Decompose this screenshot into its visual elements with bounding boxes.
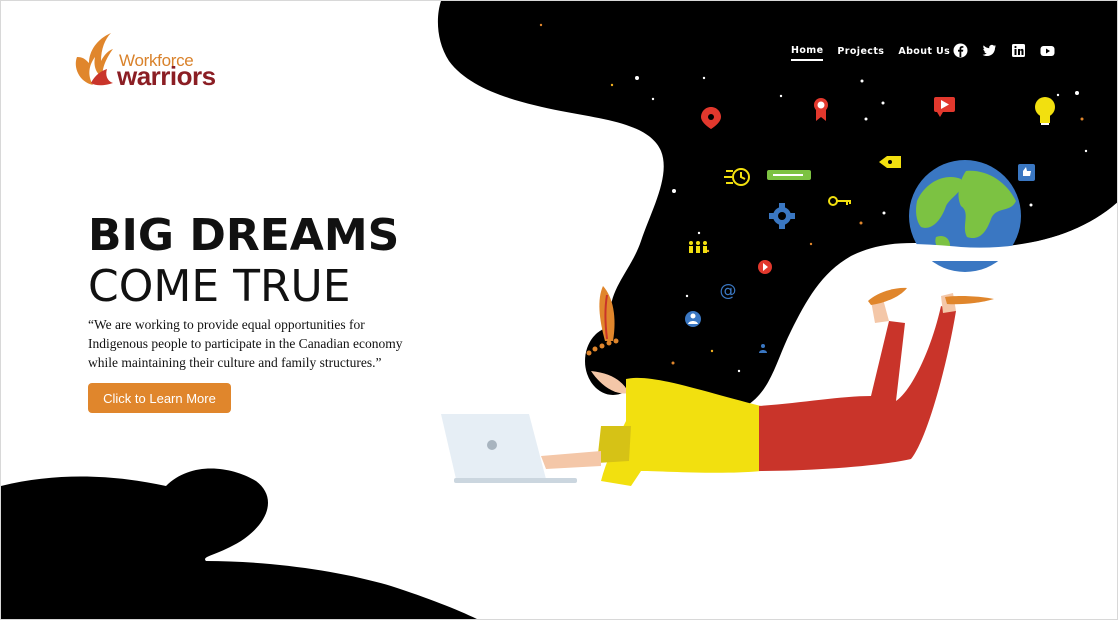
hero-quote: “We are working to provide equal opportu…	[88, 317, 403, 370]
message-bar-icon	[767, 170, 811, 180]
bottom-blob	[1, 468, 477, 619]
learn-more-button[interactable]: Click to Learn More	[88, 383, 231, 413]
logo-line-2: warriors	[117, 61, 216, 91]
hero-title-line-2: COME TRUE	[88, 261, 351, 312]
main-nav: Home Projects About Us	[791, 43, 964, 63]
page: @ Workforce warriors Home Projects About…	[0, 0, 1118, 620]
youtube-icon[interactable]	[1040, 43, 1055, 58]
twitter-icon[interactable]	[982, 43, 997, 58]
nav-about-us[interactable]: About Us	[898, 46, 950, 60]
hero-title-line-1: BIG DREAMS	[88, 210, 400, 261]
social-links	[953, 43, 1055, 58]
at-sign-icon: @	[720, 281, 737, 301]
nav-projects[interactable]: Projects	[837, 46, 884, 60]
linkedin-icon[interactable]	[1011, 43, 1026, 58]
nav-home[interactable]: Home	[791, 45, 824, 61]
thumbs-up-icon	[1018, 164, 1035, 181]
user-circle-icon	[685, 311, 701, 327]
people-icon	[689, 241, 707, 253]
facebook-icon[interactable]	[953, 43, 968, 58]
play-circle-icon	[758, 260, 772, 274]
